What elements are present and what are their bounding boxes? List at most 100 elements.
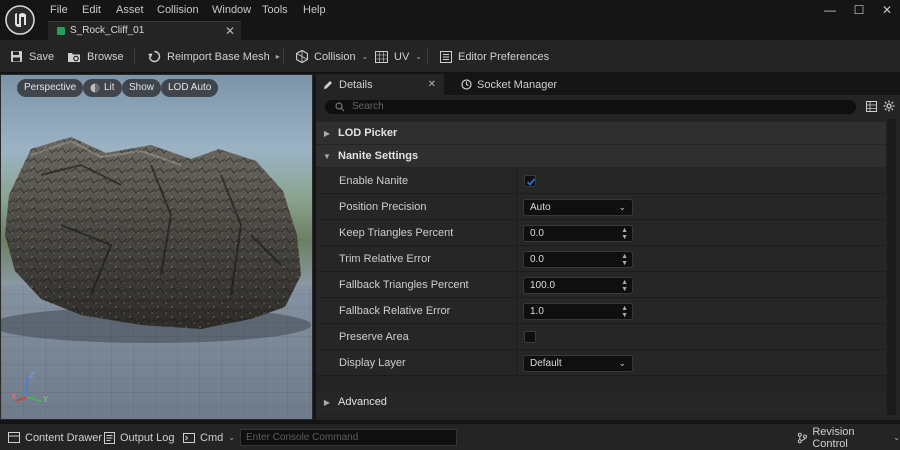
search-input[interactable]: Search	[325, 100, 856, 114]
console-placeholder: Enter Console Command	[246, 432, 359, 443]
revision-control-icon	[797, 432, 807, 443]
console-command-input[interactable]: Enter Console Command	[240, 429, 457, 446]
maximize-button[interactable]: ☐	[849, 2, 869, 18]
tab-details[interactable]: Details ✕	[316, 74, 444, 95]
property-row-fallback-relative-error: Fallback Relative Error 1.0 ▲ ▼	[316, 298, 886, 324]
content-drawer-label: Content Drawer	[25, 431, 103, 444]
reimport-dropdown-icon[interactable]: ▸	[276, 52, 280, 61]
spinner-arrows-icon[interactable]: ▲ ▼	[621, 304, 628, 319]
property-matrix-icon[interactable]	[866, 101, 877, 112]
terminal-icon	[183, 432, 195, 443]
search-placeholder: Search	[352, 101, 384, 112]
column-splitter[interactable]	[516, 220, 517, 246]
menu-edit[interactable]: Edit	[82, 3, 101, 17]
content-drawer-icon	[8, 432, 20, 443]
close-tab-icon[interactable]: ✕	[428, 79, 436, 90]
dropdown-value: Auto	[530, 202, 551, 213]
tab-socket-manager-label: Socket Manager	[477, 78, 558, 91]
column-splitter[interactable]	[516, 168, 517, 194]
collision-dropdown[interactable]: Collision ⌄	[296, 40, 368, 73]
property-label: Trim Relative Error	[339, 253, 431, 265]
section-lod-picker[interactable]: ▶ LOD Picker	[316, 122, 886, 144]
property-row-keep-triangles-percent: Keep Triangles Percent 0.0 ▲ ▼	[316, 220, 886, 246]
document-tab-label: S_Rock_Cliff_01	[70, 25, 145, 36]
spinner-arrows-icon[interactable]: ▲ ▼	[621, 226, 628, 241]
title-bar: File Edit Asset Collision Window Tools H…	[0, 0, 900, 40]
reimport-base-mesh-button[interactable]: Reimport Base Mesh ▸	[148, 40, 280, 73]
property-label: Fallback Relative Error	[339, 305, 451, 317]
menu-file[interactable]: File	[50, 3, 68, 17]
checkmark-icon	[526, 178, 536, 186]
property-label: Position Precision	[339, 201, 427, 213]
menu-help[interactable]: Help	[303, 3, 326, 17]
section-nanite-settings[interactable]: ▼ Nanite Settings	[316, 145, 886, 167]
tab-socket-manager[interactable]: Socket Manager	[461, 74, 557, 95]
perspective-view-button[interactable]: Perspective	[17, 79, 84, 97]
toolbar-separator	[427, 48, 428, 65]
menu-collision[interactable]: Collision	[157, 3, 199, 17]
cmd-dropdown[interactable]: Cmd ⌄	[183, 424, 235, 450]
toolbar: Save Browse Reimport Base Mesh ▸ Collisi…	[0, 40, 900, 73]
unreal-logo-icon[interactable]	[4, 4, 36, 36]
lit-view-mode-button[interactable]: Lit	[83, 79, 122, 97]
cmd-label: Cmd	[200, 431, 224, 444]
menu-window[interactable]: Window	[212, 3, 251, 17]
axis-gizmo: Z X Y	[11, 371, 48, 403]
section-advanced-label: Advanced	[338, 396, 387, 408]
revision-control-dropdown[interactable]: Revision Control ⌄	[797, 424, 900, 450]
column-splitter[interactable]	[516, 246, 517, 272]
close-window-button[interactable]: ✕	[877, 2, 897, 18]
axis-z-label: Z	[29, 371, 35, 380]
display-layer-dropdown[interactable]: Default ⌄	[523, 355, 633, 372]
fallback-relative-error-field[interactable]: 1.0 ▲ ▼	[523, 303, 633, 320]
save-button[interactable]: Save	[10, 40, 54, 73]
position-precision-dropdown[interactable]: Auto ⌄	[523, 199, 633, 216]
column-splitter[interactable]	[516, 194, 517, 220]
details-scrollbar[interactable]	[887, 119, 896, 415]
numeric-value: 0.0	[530, 228, 544, 239]
property-label: Fallback Triangles Percent	[339, 279, 469, 291]
uv-icon	[375, 50, 388, 63]
editor-preferences-button[interactable]: Editor Preferences	[440, 40, 549, 73]
search-icon	[335, 102, 345, 112]
spinner-arrows-icon[interactable]: ▲ ▼	[621, 278, 628, 293]
lit-sphere-icon	[90, 83, 100, 93]
minimize-button[interactable]: —	[820, 2, 840, 18]
browse-button[interactable]: Browse	[67, 40, 124, 73]
column-splitter[interactable]	[516, 272, 517, 298]
settings-gear-icon[interactable]	[883, 100, 895, 112]
enable-nanite-checkbox[interactable]	[524, 175, 536, 187]
content-drawer-button[interactable]: Content Drawer	[8, 424, 102, 450]
document-tab[interactable]: S_Rock_Cliff_01 ✕	[48, 21, 241, 40]
dropdown-value: Default	[530, 358, 562, 369]
mesh-viewport[interactable]: Perspective Lit Show LOD Auto Z X Y	[0, 74, 313, 420]
column-splitter[interactable]	[516, 298, 517, 324]
lod-selector-button[interactable]: LOD Auto	[161, 79, 219, 97]
panel-tab-bar: Details ✕ Socket Manager	[316, 74, 900, 95]
expand-arrow-icon: ▶	[323, 128, 331, 138]
socket-icon	[461, 79, 472, 90]
details-panel: Search ▶ LOD Picker ▼ Nanite Settings En…	[316, 95, 900, 420]
preserve-area-checkbox[interactable]	[524, 331, 536, 343]
keep-triangles-percent-field[interactable]: 0.0 ▲ ▼	[523, 225, 633, 242]
property-row-position-precision: Position Precision Auto ⌄	[316, 194, 886, 220]
column-splitter[interactable]	[516, 324, 517, 350]
show-flags-button[interactable]: Show	[122, 79, 162, 97]
numeric-value: 0.0	[530, 254, 544, 265]
uv-dropdown[interactable]: UV ⌄	[375, 40, 422, 73]
close-tab-icon[interactable]: ✕	[225, 24, 235, 38]
spinner-arrows-icon[interactable]: ▲ ▼	[621, 252, 628, 267]
menu-tools[interactable]: Tools	[262, 3, 288, 17]
chevron-down-icon: ⌄	[228, 433, 235, 442]
column-splitter[interactable]	[516, 350, 517, 376]
browse-label: Browse	[87, 50, 124, 63]
property-label: Keep Triangles Percent	[339, 227, 454, 239]
browse-icon	[68, 52, 80, 62]
fallback-triangles-percent-field[interactable]: 100.0 ▲ ▼	[523, 277, 633, 294]
expand-arrow-icon: ▶	[323, 397, 331, 407]
menu-asset[interactable]: Asset	[116, 3, 144, 17]
section-advanced[interactable]: ▶ Advanced	[316, 391, 886, 413]
trim-relative-error-field[interactable]: 0.0 ▲ ▼	[523, 251, 633, 268]
output-log-button[interactable]: Output Log	[104, 424, 174, 450]
rock-mesh-preview	[1, 137, 311, 343]
